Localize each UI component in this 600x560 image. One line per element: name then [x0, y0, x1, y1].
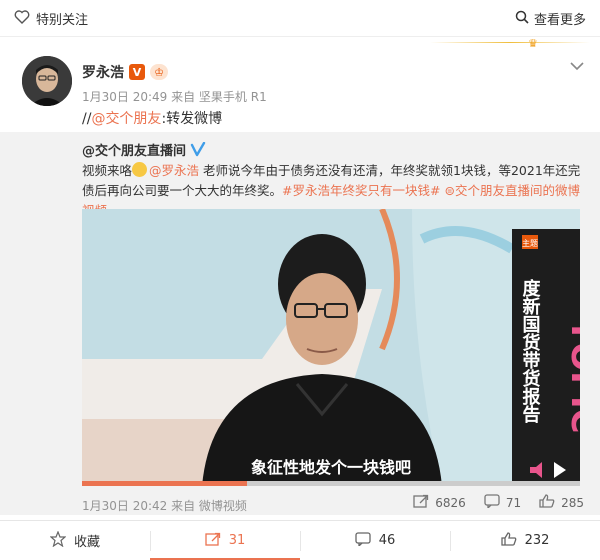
crown-icon: ♛ [528, 37, 538, 50]
avatar[interactable] [22, 56, 72, 106]
author-row: 罗永浩 V ♔ [82, 62, 168, 82]
see-more-button[interactable]: 查看更多 [515, 9, 586, 28]
original-author[interactable]: @交个朋友直播间 [82, 140, 186, 159]
comment-icon [484, 494, 500, 511]
comment-action-icon [355, 531, 371, 550]
original-post: @交个朋友直播间 视频来咯 @罗永浩 老师说今年由于债务还没有还清，年终奖就领1块… [0, 132, 600, 515]
topic-text: TOPIC [563, 319, 580, 434]
member-crown-icon[interactable]: ♔ [150, 64, 168, 80]
collect-label: 收藏 [73, 535, 100, 550]
decorative-gold-line [430, 42, 590, 43]
video-player[interactable]: 主题 TOPIC 度新国货带货报告 象征性地发个一块钱吧 [82, 209, 580, 486]
repost-text: //@交个朋友:转发微博 [82, 108, 222, 128]
special-follow-label: 特别关注 [36, 13, 89, 28]
chevron-down-icon[interactable] [570, 56, 584, 75]
action-bar: 收藏 31 46 232 [0, 520, 600, 560]
repost-icon [413, 494, 429, 511]
like-icon [500, 531, 517, 550]
comment-count: 46 [378, 533, 396, 548]
original-text-pre: 视频来咯 [82, 163, 133, 178]
like-button[interactable]: 232 [450, 521, 600, 560]
weibo-post-card: 特别关注 查看更多 ♛ 罗永浩 V ♔ 1月30日 20:49 来自 坚果手机 … [0, 0, 600, 560]
original-repost-count: 6826 [435, 495, 466, 510]
thumbs-up-icon [539, 494, 555, 511]
post-meta: 1月30日 20:49 来自 坚果手机 R1 [82, 90, 267, 104]
special-follow-button[interactable]: 特别关注 [14, 9, 88, 28]
original-repost-stat[interactable]: 6826 [413, 494, 466, 511]
repost-action-icon [205, 532, 221, 550]
author-name[interactable]: 罗永浩 [82, 62, 124, 82]
video-link-icon: ⊜ [444, 183, 455, 198]
banner-label: 主题 [522, 238, 538, 248]
original-like-count: 285 [561, 495, 584, 510]
original-author-row: @交个朋友直播间 [82, 140, 206, 159]
heart-icon [14, 9, 30, 28]
comment-button[interactable]: 46 [300, 521, 450, 560]
see-more-label: 查看更多 [533, 13, 586, 28]
search-icon [515, 10, 529, 28]
original-comment-count: 71 [505, 495, 522, 510]
verified-blue-icon [190, 141, 206, 158]
original-meta: 1月30日 20:42 来自 微博视频 [82, 499, 247, 513]
video-subtitle: 象征性地发个一块钱吧 [251, 458, 411, 477]
banner-text: 度新国货带货报告 [520, 278, 541, 424]
repost-suffix: :转发微博 [161, 111, 223, 127]
like-count: 232 [524, 533, 550, 548]
verified-badge-icon: V [129, 64, 145, 80]
hashtag-link[interactable]: #罗永浩年终奖只有一块钱# [282, 183, 440, 198]
original-stats: 6826 71 285 [413, 494, 584, 511]
repost-mention-link[interactable]: @交个朋友 [91, 111, 161, 127]
collect-button[interactable]: 收藏 [0, 521, 150, 560]
top-bar: 特别关注 查看更多 [0, 0, 600, 37]
repost-count: 31 [228, 533, 246, 548]
original-like-stat[interactable]: 285 [539, 494, 584, 511]
original-comment-stat[interactable]: 71 [484, 494, 521, 511]
star-icon [49, 529, 67, 551]
laugh-emoji-icon [132, 162, 148, 177]
repost-button[interactable]: 31 [150, 521, 300, 560]
original-mention-link[interactable]: @罗永浩 [149, 163, 199, 178]
